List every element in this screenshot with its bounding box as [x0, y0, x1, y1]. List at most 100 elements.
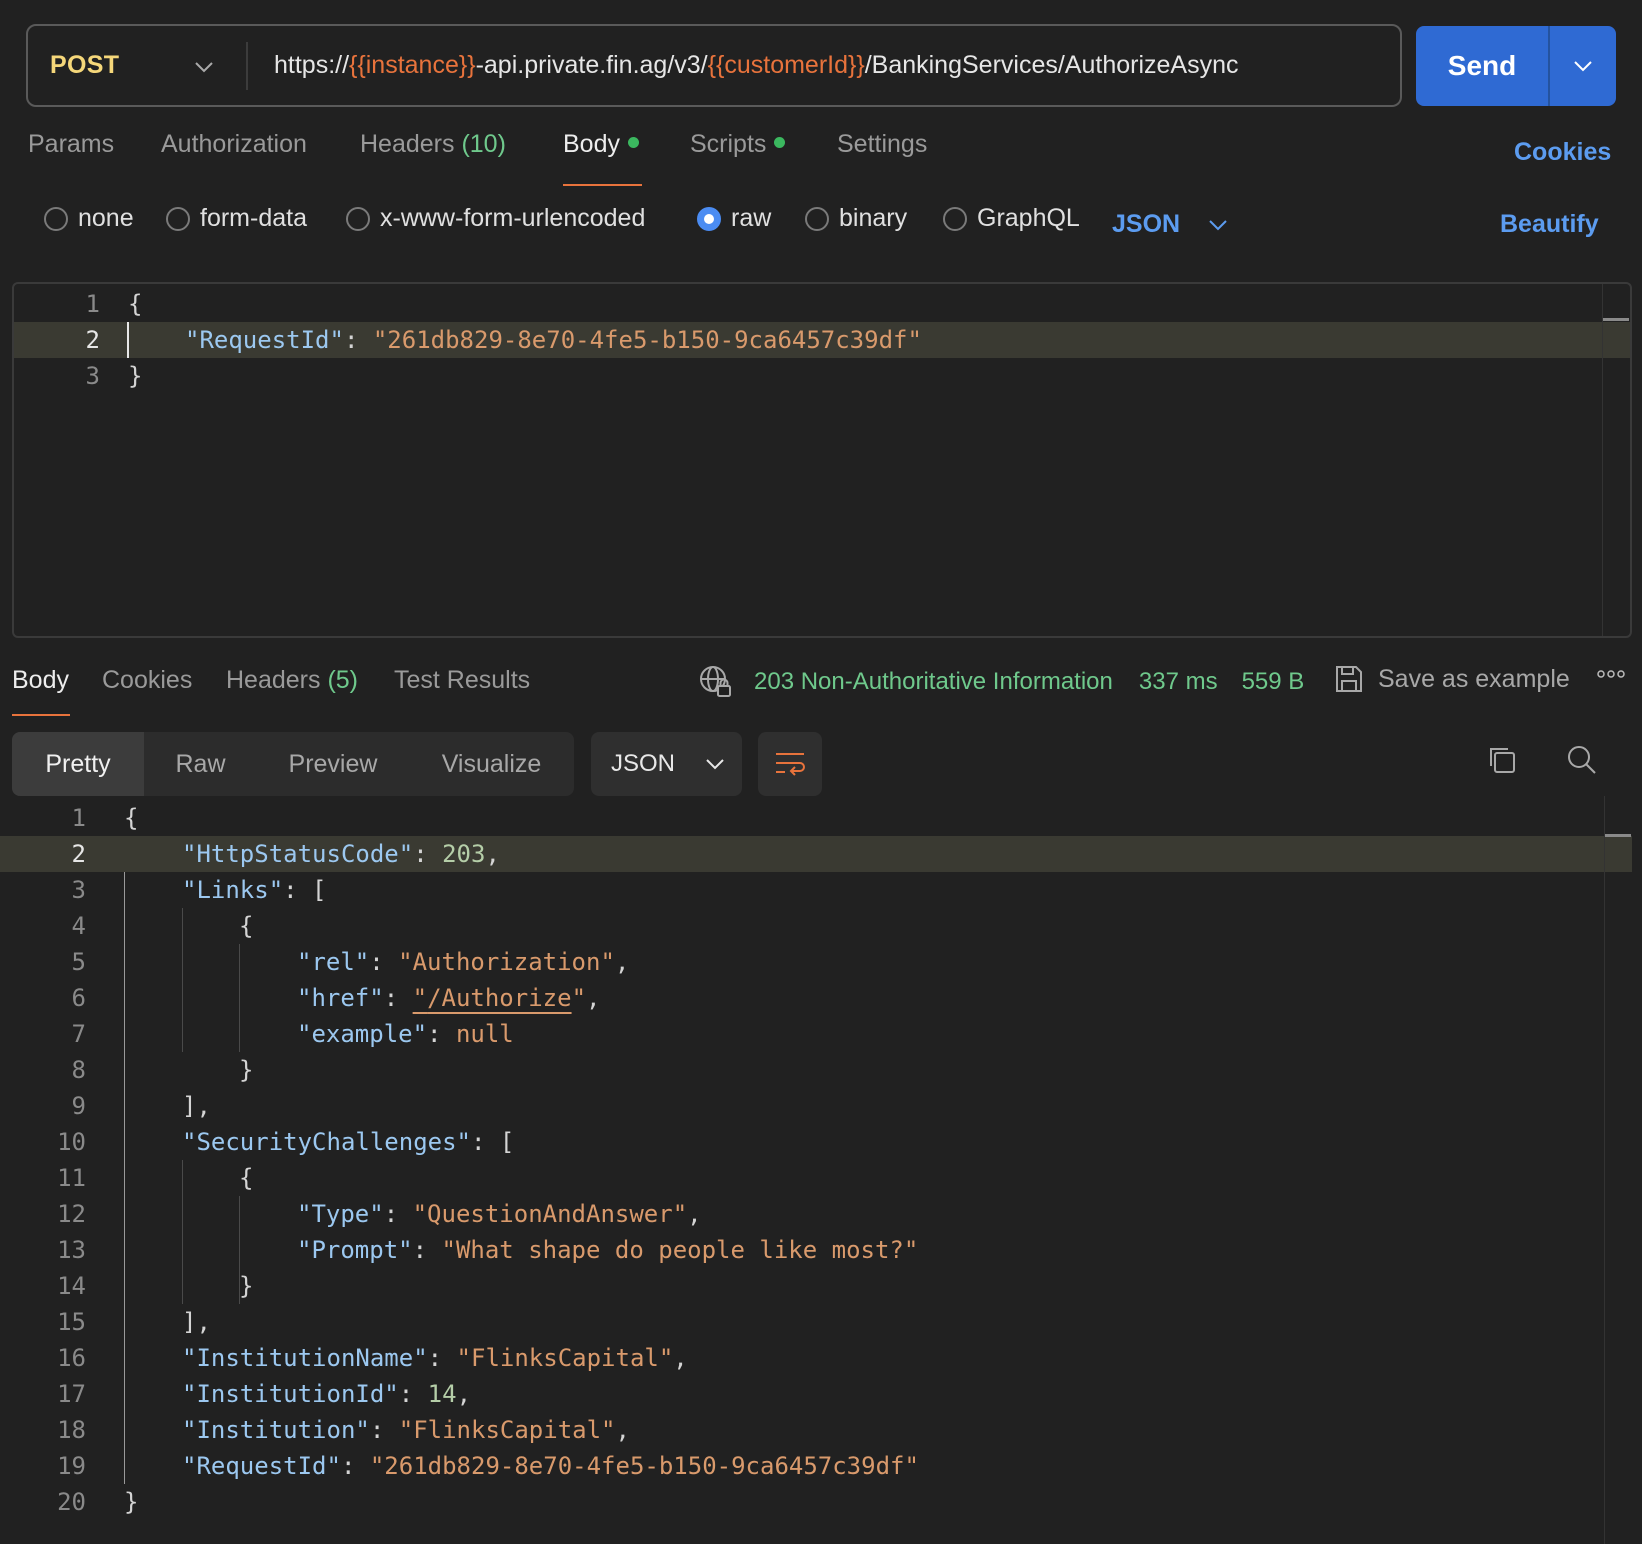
vertical-scrollbar[interactable] — [1602, 284, 1630, 636]
body-format-select[interactable]: JSON — [1112, 210, 1228, 239]
radio-label: none — [78, 204, 134, 232]
code-text: "HttpStatusCode": 203, — [182, 840, 500, 868]
href-link[interactable]: /Authorize — [427, 984, 572, 1012]
request-body-editor[interactable]: 1 { 2 "RequestId": "261db829-8e70-4fe5-b… — [12, 282, 1632, 638]
code-text: "InstitutionName": "FlinksCapital", — [182, 1344, 688, 1372]
beautify-button[interactable]: Beautify — [1500, 210, 1599, 239]
globe-lock-icon[interactable] — [698, 664, 734, 700]
chevron-down-icon — [1209, 219, 1227, 230]
tab-authorization[interactable]: Authorization — [161, 130, 307, 159]
url-text: /BankingServices/AuthorizeAsync — [864, 51, 1239, 79]
text-cursor — [127, 322, 129, 358]
body-type-selector: none form-data x-www-form-urlencoded raw… — [0, 204, 1642, 248]
code-line: 11 { — [0, 1160, 1642, 1196]
json-string: "261db829-8e70-4fe5-b150-9ca6457c39df" — [369, 1452, 919, 1480]
radio-none[interactable]: none — [44, 204, 134, 233]
json-key: "Type" — [297, 1200, 384, 1228]
save-as-example-label: Save as example — [1378, 664, 1570, 693]
json-string: "/Authorize — [412, 984, 572, 1012]
line-number: 2 — [71, 840, 86, 868]
format-label: JSON — [611, 750, 676, 777]
scroll-position-marker — [1603, 318, 1629, 321]
request-url-bar: POST https://{{instance}}-api.private.fi… — [26, 24, 1402, 107]
more-options-icon[interactable] — [1596, 664, 1626, 690]
tab-params[interactable]: Params — [28, 130, 114, 159]
radio-urlencoded[interactable]: x-www-form-urlencoded — [346, 204, 645, 233]
code-text: } — [239, 1056, 254, 1084]
status-code-text[interactable]: 203 Non-Authoritative Information — [754, 668, 1113, 696]
view-preview[interactable]: Preview — [257, 732, 409, 796]
method-select[interactable]: POST — [28, 41, 248, 90]
tab-settings[interactable]: Settings — [837, 130, 927, 159]
line-number: 2 — [85, 326, 100, 354]
json-key: "example" — [297, 1020, 428, 1048]
code-line: 18 "Institution": "FlinksCapital", — [0, 1412, 1642, 1448]
tab-label: Headers — [226, 666, 321, 694]
tab-response-headers[interactable]: Headers (5) — [226, 666, 358, 695]
view-raw[interactable]: Raw — [144, 732, 257, 796]
code-text: "InstitutionId": 14, — [182, 1380, 472, 1408]
radio-binary[interactable]: binary — [805, 204, 907, 233]
line-number: 11 — [57, 1164, 86, 1192]
response-size[interactable]: 559 B — [1242, 668, 1305, 696]
radio-selected-icon — [697, 206, 721, 231]
code-text: ], — [182, 1092, 211, 1120]
url-variable-customer-id[interactable]: {{customerId}} — [708, 51, 865, 79]
json-string: "What shape do people like most?" — [441, 1236, 919, 1264]
search-icon[interactable] — [1566, 744, 1598, 781]
json-key: "rel" — [297, 948, 370, 976]
json-number: 203 — [442, 840, 486, 868]
wrap-lines-button[interactable] — [758, 732, 822, 796]
chevron-down-icon — [706, 759, 724, 770]
code-text: { — [128, 290, 143, 318]
tab-response-body[interactable]: Body — [12, 666, 69, 695]
tab-label: Cookies — [102, 666, 193, 694]
code-text: { — [239, 1164, 254, 1192]
line-number: 7 — [71, 1020, 86, 1048]
copy-icon[interactable] — [1486, 744, 1518, 781]
tab-label: Authorization — [161, 130, 307, 158]
url-variable-instance[interactable]: {{instance}} — [349, 51, 476, 79]
code-text: "Prompt": "What shape do people like mos… — [297, 1236, 919, 1264]
view-pretty[interactable]: Pretty — [12, 732, 144, 796]
vertical-scrollbar[interactable] — [1604, 796, 1632, 1544]
code-text: "RequestId": "261db829-8e70-4fe5-b150-9c… — [182, 1452, 919, 1480]
code-text: } — [239, 1272, 254, 1300]
tab-scripts[interactable]: Scripts — [690, 130, 786, 159]
modified-dot-icon — [627, 137, 639, 148]
response-format-select[interactable]: JSON — [591, 732, 742, 796]
response-body-viewer[interactable]: 1{ 2 "HttpStatusCode": 203, 3 "Links": [ 4… — [0, 796, 1642, 1544]
method-label: POST — [50, 51, 120, 79]
tab-response-cookies[interactable]: Cookies — [102, 666, 192, 695]
cookies-link[interactable]: Cookies — [1514, 138, 1611, 167]
radio-form-data[interactable]: form-data — [166, 204, 307, 233]
save-as-example-button[interactable]: Save as example — [1334, 664, 1570, 694]
tab-headers[interactable]: Headers (10) — [360, 130, 506, 159]
tab-test-results[interactable]: Test Results — [394, 666, 530, 695]
scroll-position-marker — [1605, 834, 1631, 837]
url-input[interactable]: https://{{instance}}-api.private.fin.ag/… — [248, 51, 1239, 80]
save-icon — [1336, 666, 1362, 692]
chevron-down-icon — [194, 51, 214, 80]
tab-body[interactable]: Body — [563, 130, 639, 159]
tab-label: Scripts — [690, 130, 767, 158]
radio-graphql[interactable]: GraphQL — [943, 204, 1080, 233]
url-text: https:// — [274, 51, 350, 79]
radio-label: form-data — [200, 204, 307, 232]
json-key: "RequestId" — [185, 326, 344, 354]
line-number: 6 — [71, 984, 86, 1012]
send-options-dropdown[interactable] — [1550, 26, 1616, 106]
view-visualize[interactable]: Visualize — [409, 732, 574, 796]
code-line: 10 "SecurityChallenges": [ — [0, 1124, 1642, 1160]
response-time[interactable]: 337 ms — [1139, 668, 1218, 696]
code-line: 9], — [0, 1088, 1642, 1124]
code-line: 4{ — [0, 908, 1642, 944]
json-colon: : — [343, 326, 373, 354]
radio-label: binary — [839, 204, 908, 232]
send-button[interactable]: Send — [1416, 26, 1550, 106]
line-number: 19 — [57, 1452, 86, 1480]
code-text: "example": null — [297, 1020, 514, 1048]
code-line: 1 { — [14, 286, 1630, 322]
line-number: 20 — [57, 1488, 86, 1516]
radio-raw[interactable]: raw — [697, 204, 771, 233]
